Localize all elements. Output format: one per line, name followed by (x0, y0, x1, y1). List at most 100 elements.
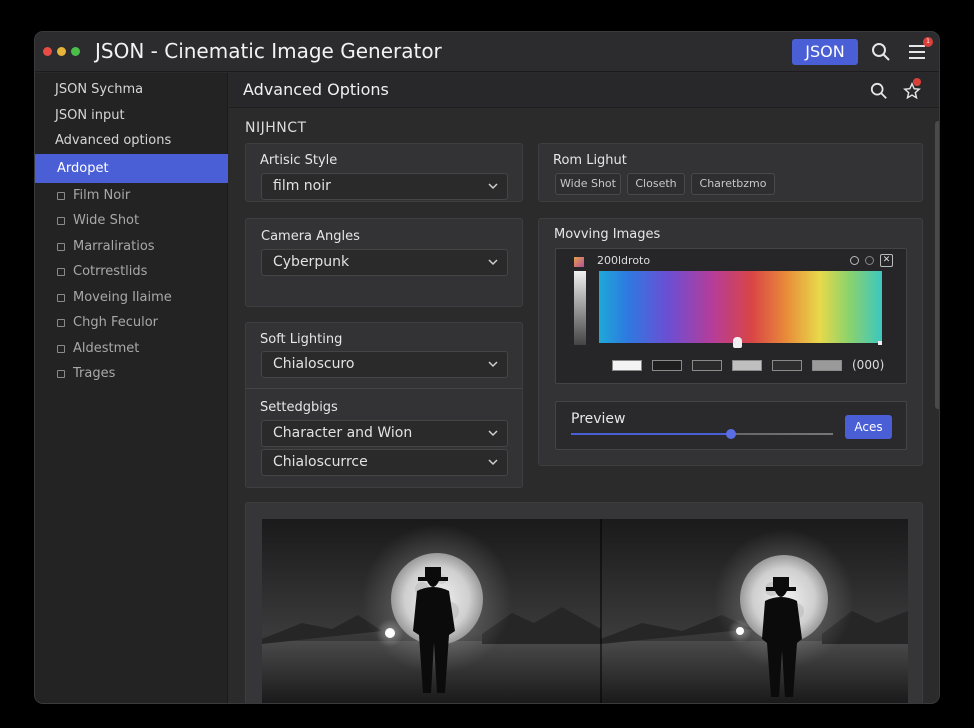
chip-closeth[interactable]: Closeth (627, 173, 685, 195)
divider (246, 388, 522, 389)
settings-select-1[interactable]: Character and Wion (261, 420, 508, 447)
chevron-down-icon (488, 430, 498, 437)
grid-icon (57, 319, 65, 327)
grid-icon (57, 294, 65, 302)
sidebar-subitem-label: Cotrrestlids (73, 264, 148, 279)
artistic-style-value: film noir (273, 178, 331, 194)
artistic-style-select[interactable]: film noir (261, 173, 508, 200)
sidebar-subitem-label: Film Noir (73, 188, 131, 203)
app-window: JSON - Cinematic Image Generator JSON 1 … (34, 31, 940, 704)
film-noir-preview-image (262, 519, 908, 703)
grid-icon (57, 345, 65, 353)
circle-toggle-icon[interactable] (850, 256, 859, 265)
chip-wide-shot[interactable]: Wide Shot (555, 173, 621, 195)
main-panel: Advanced Options NIJHNCT Artisic Style f… (229, 73, 939, 703)
preview-label: Preview (571, 411, 626, 427)
section-label: NIJHNCT (245, 120, 307, 136)
sidebar-item-advanced-options[interactable]: Advanced options (35, 128, 228, 154)
camera-angles-panel: Camera Angles Cyberpunk (245, 218, 523, 307)
main-header: Advanced Options (229, 73, 939, 108)
rom-lighut-label: Rom Lighut (553, 153, 627, 168)
title-bar: JSON - Cinematic Image Generator JSON 1 (35, 32, 939, 72)
minimize-window-dot[interactable] (57, 47, 66, 56)
app-title: JSON - Cinematic Image Generator (95, 39, 442, 63)
image-icon (57, 370, 65, 378)
sidebar-item-ardopet[interactable]: Ardopet (35, 154, 228, 183)
chevron-down-icon (488, 459, 498, 466)
grid-icon (57, 243, 65, 251)
settings-value-1: Character and Wion (273, 425, 413, 441)
sidebar-subitem-aldestmet[interactable]: Aldestmet (35, 338, 228, 360)
gradient-readout: (000) (852, 358, 885, 372)
sidebar-subitem-moveing-ilaime[interactable]: Moveing Ilaime (35, 287, 228, 309)
image-preview-panel (245, 502, 923, 703)
sidebar-subitem-label: Marraliratios (73, 239, 155, 254)
artistic-style-label: Artisic Style (260, 153, 338, 168)
preview-box: Preview Aces (555, 401, 907, 450)
preview-frame-right (601, 519, 908, 703)
brightness-slider[interactable] (574, 271, 586, 345)
moving-images-label: Movving Images (554, 227, 661, 242)
camera-angles-value: Cyberpunk (273, 254, 350, 270)
preview-frame-left (262, 519, 601, 703)
swatch-light-gray[interactable] (732, 360, 762, 371)
chevron-down-icon (488, 361, 498, 368)
swatch-dark[interactable] (692, 360, 722, 371)
circle-toggle-icon[interactable] (865, 256, 874, 265)
sidebar-subitem-label: Moveing Ilaime (73, 290, 172, 305)
preview-slider-thumb[interactable] (725, 429, 736, 439)
close-icon[interactable]: ✕ (880, 254, 893, 267)
sidebar-subitem-label: Wide Shot (73, 213, 140, 228)
swatch-black[interactable] (652, 360, 682, 371)
soft-lighting-value: Chialoscuro (273, 356, 355, 372)
sidebar: JSON Sychma JSON input Advanced options … (35, 73, 228, 703)
swatch-charcoal[interactable] (772, 360, 802, 371)
page-title: Advanced Options (243, 80, 389, 99)
search-icon[interactable] (870, 82, 888, 100)
sidebar-subitem-wide-shot[interactable]: Wide Shot (35, 210, 228, 232)
chip-charetbzmo[interactable]: Charetbzmo (691, 173, 775, 195)
json-button[interactable]: JSON (792, 39, 858, 65)
sidebar-subitem-label: Trages (73, 366, 116, 381)
search-icon[interactable] (871, 42, 891, 62)
sidebar-subitem-trages[interactable]: Trages (35, 363, 228, 385)
swatch-white[interactable] (612, 360, 642, 371)
gradient-handle[interactable] (733, 337, 742, 348)
grid-icon (57, 268, 65, 276)
rom-lighut-panel: Rom Lighut Wide Shot Closeth Charetbzmo (538, 143, 923, 202)
lighting-panel: Soft Lighting Chialoscuro Settedgbigs Ch… (245, 322, 523, 488)
notification-badge (913, 78, 921, 86)
settings-select-2[interactable]: Chialoscurrce (261, 449, 508, 476)
soft-lighting-select[interactable]: Chialoscuro (261, 351, 508, 378)
settings-label: Settedgbigs (260, 400, 338, 415)
chevron-down-icon (488, 183, 498, 190)
soft-lighting-label: Soft Lighting (260, 332, 343, 347)
camera-angles-select[interactable]: Cyberpunk (261, 249, 508, 276)
settings-value-2: Chialoscurrce (273, 454, 368, 470)
scrollbar[interactable] (935, 121, 939, 409)
gradient-end-handle[interactable] (878, 341, 882, 345)
moving-images-panel: Movving Images 200ldroto ✕ (000) Preview… (538, 218, 923, 466)
color-gradient[interactable] (599, 271, 882, 343)
sidebar-item-json-input[interactable]: JSON input (35, 103, 228, 129)
shot-icon (57, 217, 65, 225)
apply-button[interactable]: Aces (845, 415, 892, 439)
sidebar-item-json-schema[interactable]: JSON Sychma (35, 77, 228, 103)
preview-slider-track[interactable] (571, 433, 833, 435)
film-icon (57, 192, 65, 200)
color-swatch[interactable] (574, 257, 584, 267)
sidebar-subitem-chgh-feculor[interactable]: Chgh Feculor (35, 312, 228, 334)
gradient-label: 200ldroto (597, 254, 651, 267)
swatch-gray[interactable] (812, 360, 842, 371)
sidebar-subitem-cotrrestlids[interactable]: Cotrrestlids (35, 261, 228, 283)
gradient-editor: 200ldroto ✕ (000) (555, 248, 907, 384)
preview-image-strip (262, 519, 908, 703)
artistic-style-panel: Artisic Style film noir (245, 143, 523, 202)
sidebar-subitem-marraliratios[interactable]: Marraliratios (35, 236, 228, 258)
camera-angles-label: Camera Angles (261, 229, 360, 244)
sidebar-subitem-film-noir[interactable]: Film Noir (35, 185, 228, 207)
sidebar-subitem-label: Aldestmet (73, 341, 140, 356)
maximize-window-dot[interactable] (71, 47, 80, 56)
chevron-down-icon (488, 259, 498, 266)
close-window-dot[interactable] (43, 47, 52, 56)
